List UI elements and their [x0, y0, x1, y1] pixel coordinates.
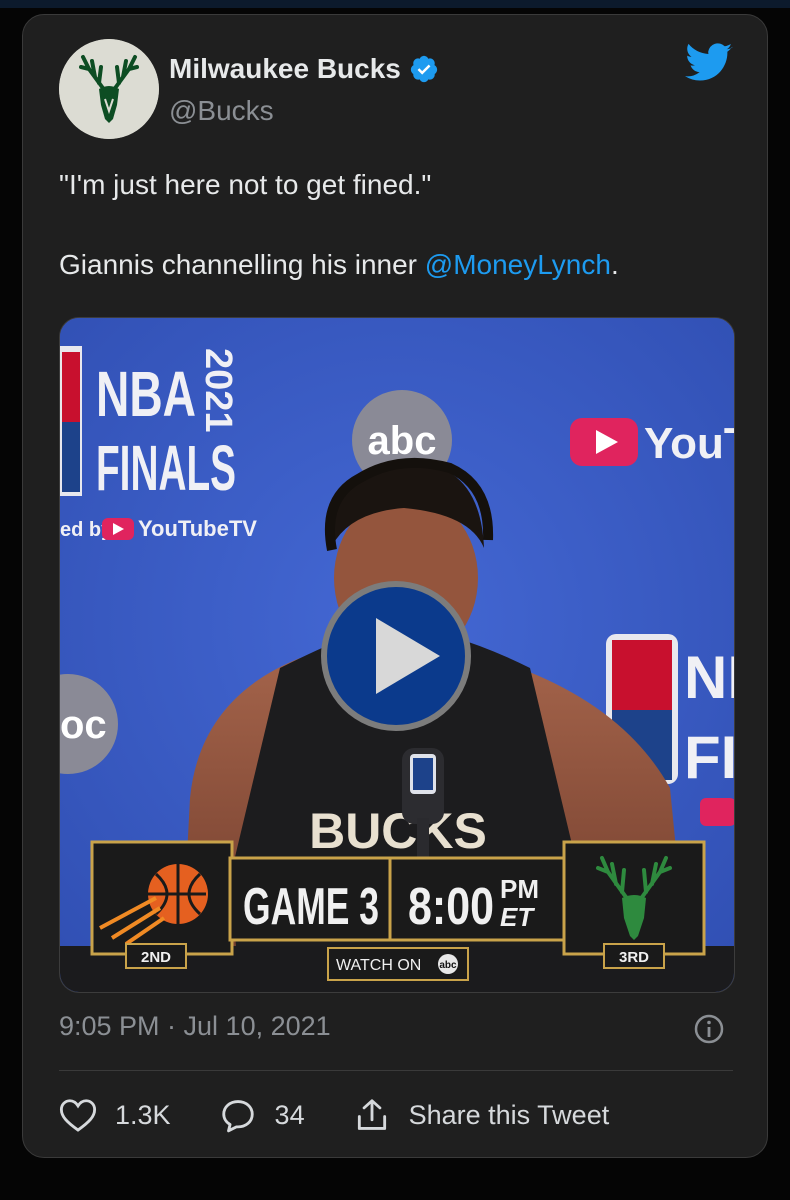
tweet-body-prefix: Giannis channelling his inner — [59, 249, 425, 280]
backdrop-right-nba-text: NI — [684, 644, 734, 711]
twitter-logo-icon[interactable] — [685, 43, 733, 88]
game-time-et: ET — [500, 902, 535, 932]
reply-count: 34 — [274, 1099, 305, 1130]
author-handle[interactable]: @Bucks — [169, 95, 274, 127]
share-button[interactable]: Share this Tweet — [353, 1096, 610, 1134]
play-button[interactable] — [321, 581, 471, 731]
right-team-seed: 3RD — [619, 949, 649, 966]
tweet-body-line: Giannis channelling his inner @MoneyLync… — [59, 245, 739, 285]
tweet-timestamp[interactable]: 9:05 PM · Jul 10, 2021 — [59, 1011, 331, 1042]
watch-on-label: WATCH ON — [336, 957, 421, 974]
abc-left-text: oc — [60, 703, 107, 747]
divider — [59, 1070, 733, 1071]
backdrop-sponsor-text: YouTubeTV — [138, 516, 257, 541]
author-name[interactable]: Milwaukee Bucks — [169, 53, 401, 85]
heart-icon — [59, 1099, 97, 1132]
left-team-seed: 2ND — [141, 949, 171, 966]
youtube-backdrop-logo: YouTu — [570, 418, 734, 468]
game-time: 8:00 — [408, 878, 494, 936]
game-label: GAME 3 — [243, 878, 379, 936]
verified-badge-icon — [410, 55, 437, 83]
tweet-body-suffix: . — [610, 249, 619, 280]
jersey-text: BUCKS — [309, 803, 487, 859]
like-count: 1.3K — [115, 1099, 171, 1130]
bucks-logo-icon — [59, 39, 159, 139]
backdrop-year-text: 2021 — [197, 348, 239, 433]
mention-link[interactable]: @MoneyLynch — [425, 249, 611, 280]
game-time-pm: PM — [500, 874, 539, 904]
tweet-quote-line: "I'm just here not to get fined." — [59, 169, 432, 200]
like-button[interactable]: 1.3K — [59, 1097, 171, 1133]
avatar[interactable] — [59, 39, 159, 139]
video-thumbnail[interactable]: NBA FINALS 2021 ed by YouTubeTV abc YouT… — [59, 317, 735, 993]
video-frame: NBA FINALS 2021 ed by YouTubeTV abc YouT… — [60, 318, 734, 992]
share-icon — [357, 1099, 386, 1130]
abc-backdrop-text: abc — [368, 419, 437, 463]
backdrop-right-finals-text: FI — [684, 724, 734, 791]
game-scoreboard: 2ND GAME 3 8:00 PM ET WATCH ON abc 3RD — [90, 840, 706, 981]
reply-icon — [221, 1100, 254, 1133]
tweet-card[interactable]: Milwaukee Bucks @Bucks "I'm just here no… — [22, 14, 768, 1158]
backdrop-nba-text: NBA — [96, 358, 196, 430]
watch-on-network: abc — [439, 960, 457, 971]
youtube-backdrop-text: YouTu — [644, 419, 734, 468]
backdrop-finals-text: FINALS — [96, 432, 236, 504]
tweet-actions: 1.3K 34 Share this Tweet — [59, 1091, 609, 1139]
reply-button[interactable]: 34 — [219, 1097, 305, 1133]
share-label: Share this Tweet — [408, 1099, 610, 1130]
status-bar-strip — [0, 0, 790, 8]
author-row: Milwaukee Bucks — [169, 53, 439, 85]
tweet-text: "I'm just here not to get fined." Gianni… — [59, 165, 739, 285]
info-icon[interactable] — [693, 1013, 725, 1050]
